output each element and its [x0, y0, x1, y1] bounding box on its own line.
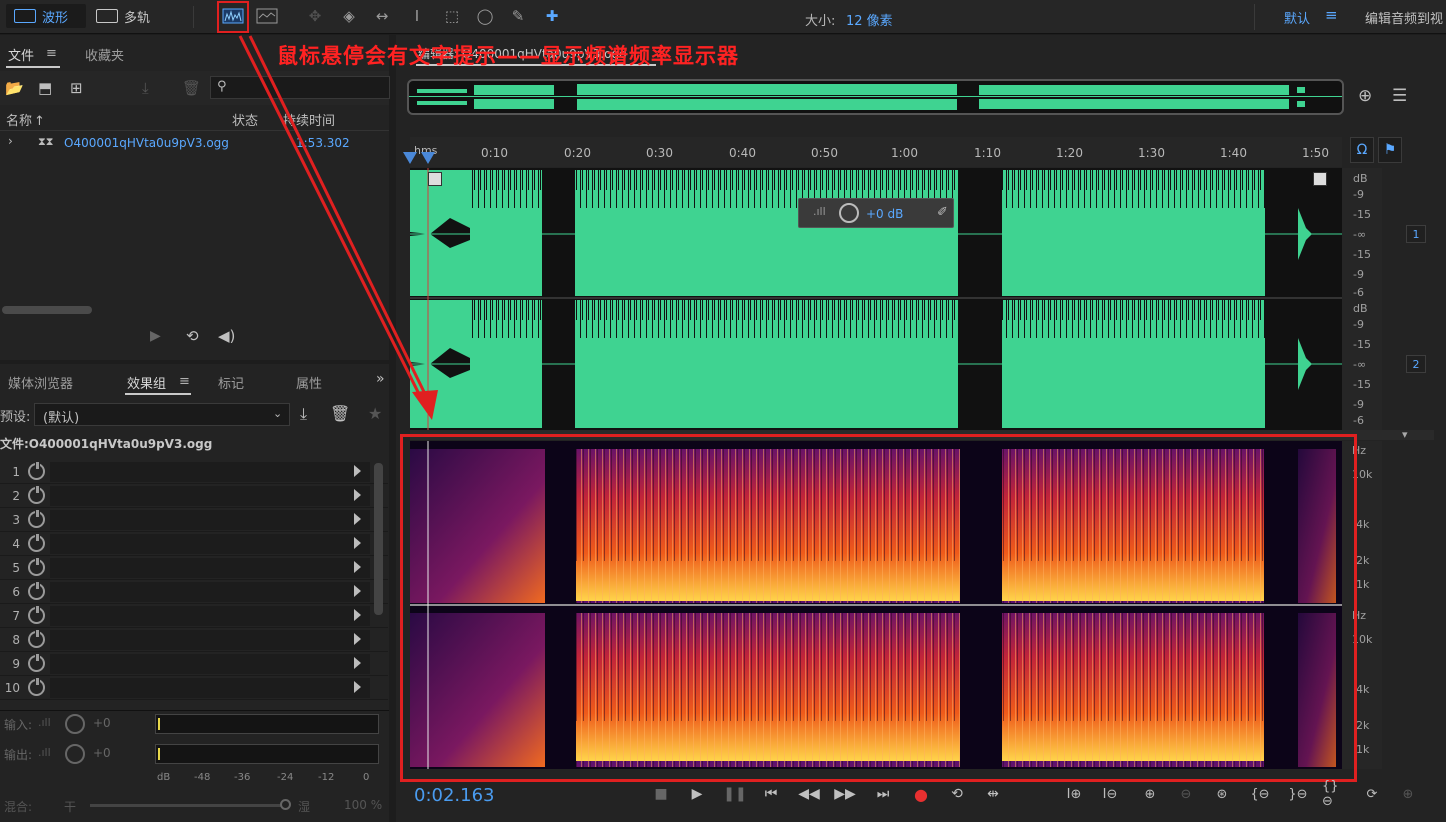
- annotation-arrow: [238, 35, 438, 420]
- rewind-icon[interactable]: ◀◀: [798, 784, 820, 804]
- current-time-display[interactable]: 0:02.163: [414, 785, 495, 806]
- loop-icon[interactable]: ⟲: [946, 784, 968, 804]
- zoom-custom-icon[interactable]: ⊕: [1396, 782, 1420, 806]
- zoom-reset-icon[interactable]: ⟳: [1360, 782, 1384, 806]
- next-icon[interactable]: ⏭: [872, 784, 894, 804]
- zoom-full-icon[interactable]: ⊛: [1210, 782, 1234, 806]
- stop-icon[interactable]: ■: [650, 784, 672, 804]
- annotation-text: 鼠标悬停会有文字提示——显示频谱频率显示器: [277, 44, 739, 68]
- zoom-out-time-icon[interactable]: ⊖: [1174, 782, 1198, 806]
- skip-selection-icon[interactable]: ⇹: [982, 784, 1004, 804]
- play-icon[interactable]: ▶: [686, 784, 708, 804]
- zoom-in-amplitude-icon[interactable]: I⊕: [1062, 782, 1086, 806]
- previous-icon[interactable]: ⏮: [760, 784, 782, 804]
- fast-forward-icon[interactable]: ▶▶: [834, 784, 856, 804]
- zoom-in-time-icon[interactable]: ⊕: [1138, 782, 1162, 806]
- record-icon[interactable]: ●: [910, 784, 932, 804]
- zoom-selection-icon[interactable]: {}⊖: [1322, 779, 1346, 809]
- zoom-selection-in-point-icon[interactable]: {⊖: [1248, 782, 1272, 806]
- zoom-selection-out-point-icon[interactable]: }⊖: [1286, 782, 1310, 806]
- pause-icon[interactable]: ❚❚: [723, 784, 746, 804]
- zoom-out-amplitude-icon[interactable]: I⊖: [1098, 782, 1122, 806]
